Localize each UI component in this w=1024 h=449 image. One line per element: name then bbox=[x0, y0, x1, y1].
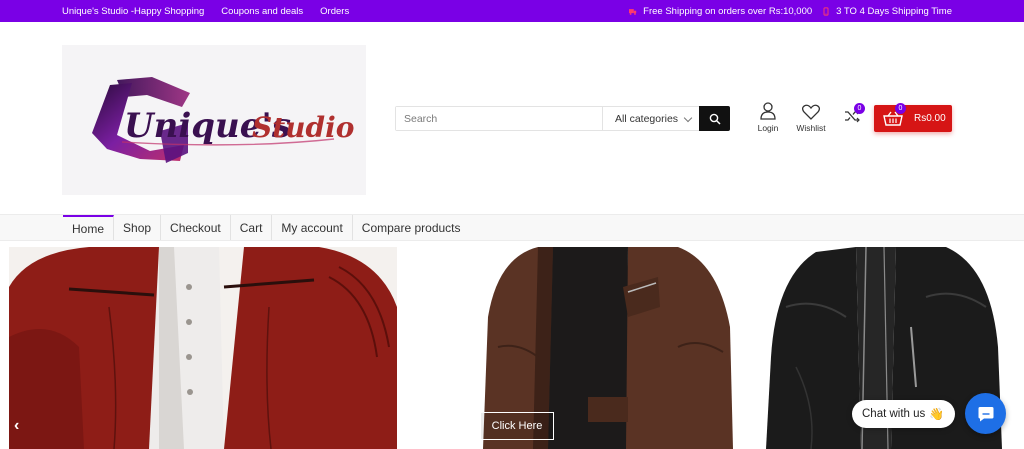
top-bar: Unique's Studio -Happy Shopping Coupons … bbox=[0, 0, 1024, 22]
top-link-coupons[interactable]: Coupons and deals bbox=[221, 6, 303, 17]
top-bar-info: Free Shipping on orders over Rs:10,000 3… bbox=[629, 0, 956, 22]
site-logo[interactable]: Unique's Studio bbox=[62, 45, 366, 195]
chat-bubble-icon bbox=[978, 406, 993, 421]
slide-image-red-jacket bbox=[9, 247, 397, 449]
shipping-time-text: 3 TO 4 Days Shipping Time bbox=[836, 5, 952, 17]
nav-item-compare-products[interactable]: Compare products bbox=[353, 215, 470, 240]
nav-item-my-account[interactable]: My account bbox=[272, 215, 353, 240]
slider-cta-button[interactable]: Click Here bbox=[480, 412, 554, 440]
truck-icon bbox=[629, 7, 637, 16]
waving-hand-icon: 👋 bbox=[929, 407, 945, 421]
chevron-down-icon bbox=[683, 113, 693, 123]
wishlist-link[interactable]: Wishlist bbox=[792, 104, 830, 133]
chat-launcher-button[interactable] bbox=[965, 393, 1006, 434]
nav-item-cart[interactable]: Cart bbox=[231, 215, 273, 240]
top-bar-links: Unique's Studio -Happy Shopping Coupons … bbox=[62, 0, 349, 22]
chat-prompt-label: Chat with us bbox=[862, 408, 926, 420]
search-bar: All categories bbox=[395, 106, 730, 131]
chat-prompt[interactable]: Chat with us 👋 bbox=[852, 400, 955, 428]
site-header: Unique's Studio All categories Login Wis… bbox=[0, 22, 1024, 214]
free-shipping-text: Free Shipping on orders over Rs:10,000 bbox=[643, 5, 813, 17]
top-link-store[interactable]: Unique's Studio -Happy Shopping bbox=[62, 6, 204, 17]
slider-prev-arrow[interactable]: ‹ bbox=[14, 417, 19, 435]
login-link[interactable]: Login bbox=[752, 102, 784, 133]
nav-item-checkout[interactable]: Checkout bbox=[161, 215, 231, 240]
nav-item-home[interactable]: Home bbox=[63, 215, 115, 240]
category-select-label: All categories bbox=[615, 112, 679, 125]
search-icon bbox=[709, 113, 721, 125]
svg-text:Studio: Studio bbox=[252, 111, 354, 144]
nav-item-shop[interactable]: Shop bbox=[114, 215, 162, 240]
cart-count-badge: 0 bbox=[895, 103, 906, 114]
phone-icon bbox=[822, 6, 830, 16]
login-label: Login bbox=[757, 123, 779, 133]
heart-icon bbox=[802, 104, 820, 120]
compare-count-badge: 0 bbox=[854, 103, 865, 114]
search-input[interactable] bbox=[396, 107, 602, 130]
main-nav: Home Shop Checkout Cart My account Compa… bbox=[0, 214, 1024, 241]
cart-total: Rs0.00 bbox=[914, 113, 946, 124]
wishlist-label: Wishlist bbox=[796, 123, 826, 133]
compare-link[interactable]: 0 bbox=[842, 103, 865, 128]
user-icon bbox=[760, 102, 776, 120]
search-button[interactable] bbox=[699, 106, 730, 131]
category-select[interactable]: All categories bbox=[602, 107, 699, 130]
top-link-orders[interactable]: Orders bbox=[320, 6, 349, 17]
cart-button[interactable]: 0 Rs0.00 bbox=[874, 103, 952, 132]
